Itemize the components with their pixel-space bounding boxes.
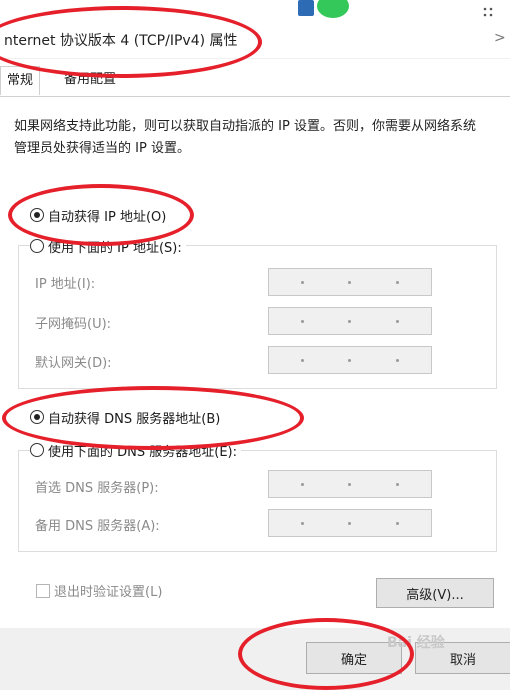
alternate-dns-input[interactable]: [268, 509, 432, 537]
radio-auto-dns-label: 自动获得 DNS 服务器地址(B): [48, 411, 221, 427]
radio-manual-ip[interactable]: 使用下面的 IP 地址(S):: [30, 235, 186, 257]
preferred-dns-label: 首选 DNS 服务器(P):: [35, 481, 159, 496]
advanced-button[interactable]: 高级(V)...: [376, 578, 494, 608]
preferred-dns-input[interactable]: [268, 470, 432, 498]
shortcut-icon: [298, 0, 314, 16]
radio-button[interactable]: [30, 443, 44, 457]
alternate-dns-label: 备用 DNS 服务器(A):: [35, 519, 160, 534]
radio-button[interactable]: [30, 410, 44, 424]
radio-manual-ip-label: 使用下面的 IP 地址(S):: [48, 240, 182, 256]
ip-address-input[interactable]: [268, 268, 432, 296]
radio-manual-dns[interactable]: 使用下面的 DNS 服务器地址(E):: [30, 439, 241, 461]
default-gateway-label: 默认网关(D):: [35, 356, 112, 371]
validate-on-exit-checkbox[interactable]: 退出时验证设置(L): [36, 581, 162, 600]
taskbar-strip: [0, 0, 510, 22]
tab-general[interactable]: 常规: [0, 66, 41, 95]
window-title: nternet 协议版本 4 (TCP/IPv4) 属性: [4, 33, 238, 49]
subnet-mask-input[interactable]: [268, 307, 432, 335]
tab-divider: [0, 96, 510, 97]
default-gateway-input[interactable]: [268, 346, 432, 374]
radio-auto-ip[interactable]: 自动获得 IP 地址(O): [30, 204, 166, 226]
description-text: 如果网络支持此功能，则可以获取自动指派的 IP 设置。否则，你需要从网络系统管理…: [14, 119, 476, 156]
grid-dots-icon: [483, 7, 493, 17]
radio-button[interactable]: [30, 208, 44, 222]
radio-manual-dns-label: 使用下面的 DNS 服务器地址(E):: [48, 444, 237, 460]
radio-button[interactable]: [30, 239, 44, 253]
subnet-mask-label: 子网掩码(U):: [35, 317, 112, 332]
chevron-right-icon[interactable]: >: [494, 30, 506, 46]
radio-auto-ip-label: 自动获得 IP 地址(O): [48, 209, 167, 225]
watermark-text: Bai 经验: [387, 635, 445, 651]
tab-alternate-config[interactable]: 备用配置: [58, 66, 122, 94]
validate-on-exit-label: 退出时验证设置(L): [54, 585, 163, 600]
ip-address-label: IP 地址(I):: [35, 277, 96, 292]
checkbox-box[interactable]: [36, 584, 50, 598]
radio-auto-dns[interactable]: 自动获得 DNS 服务器地址(B): [30, 406, 220, 428]
